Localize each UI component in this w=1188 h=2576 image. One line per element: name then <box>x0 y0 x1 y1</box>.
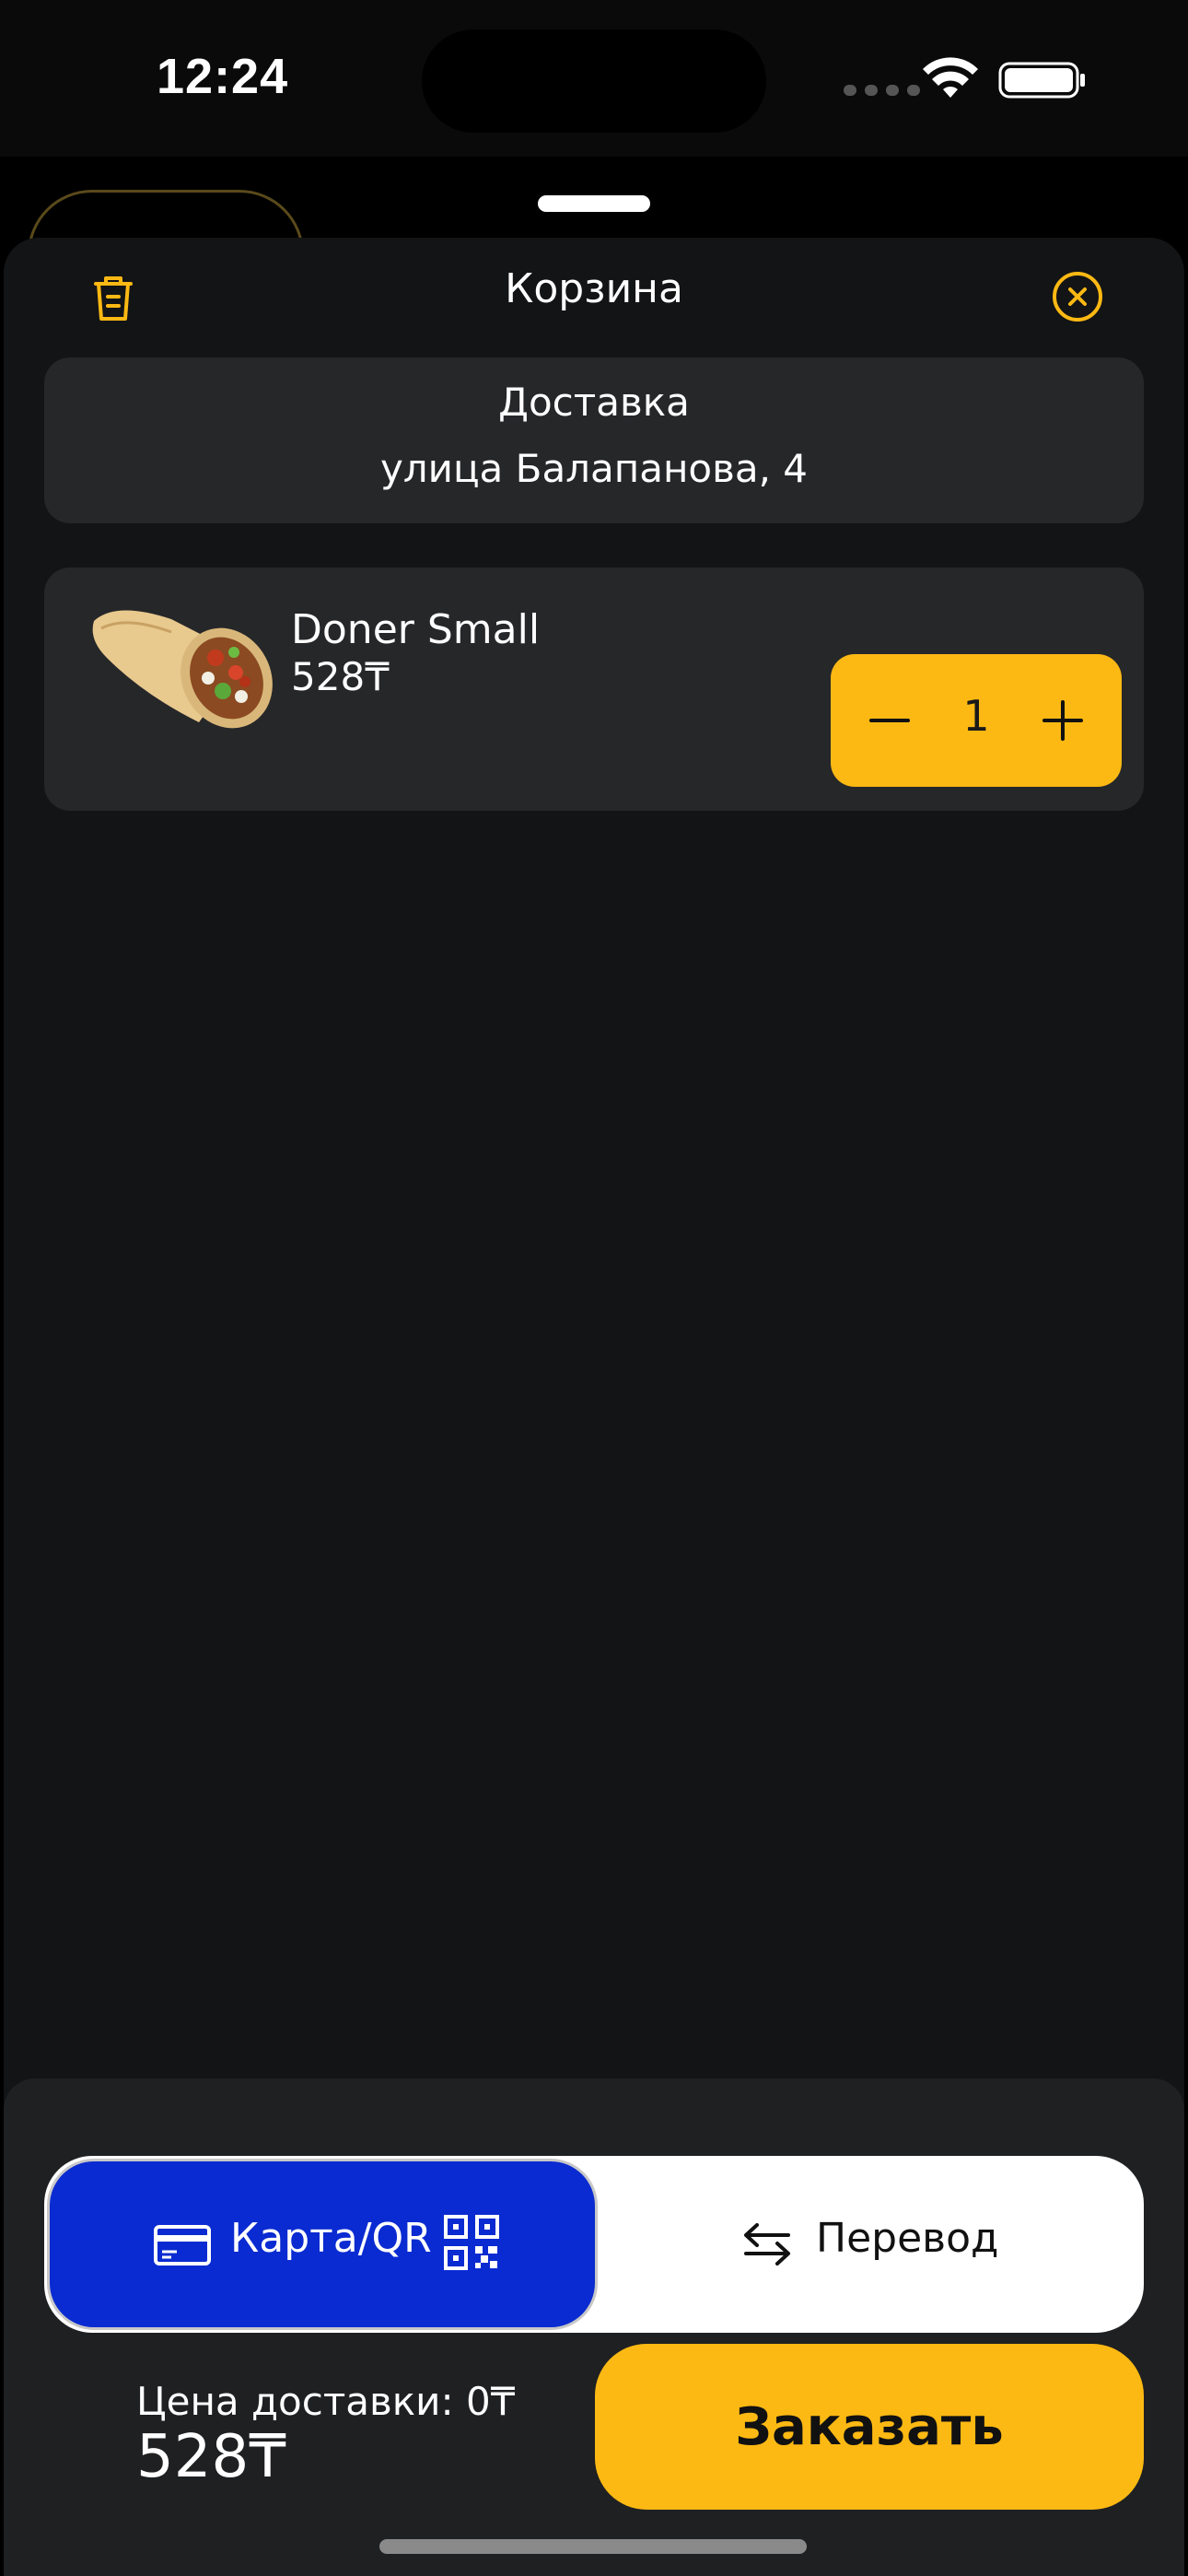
sheet-grab-handle[interactable] <box>538 195 650 212</box>
status-bar: 12:24 <box>0 0 1188 157</box>
status-time: 12:24 <box>157 49 289 104</box>
wifi-icon <box>923 57 978 98</box>
battery-icon <box>998 62 1085 99</box>
delivery-address-card[interactable]: Доставка улица Балапанова, 4 <box>44 357 1144 523</box>
close-circle-icon[interactable] <box>1048 267 1107 326</box>
checkout-panel: Карта/QR Перевод Цена доставки: 0₸ 528₸ … <box>4 2078 1184 2576</box>
payment-method-toggle: Карта/QR Перевод <box>44 2156 1144 2333</box>
qr-code-icon <box>444 2215 499 2270</box>
order-button[interactable]: Заказать <box>595 2344 1144 2510</box>
payment-option-transfer[interactable]: Перевод <box>595 2161 1138 2327</box>
item-name: Doner Small <box>291 606 541 653</box>
payment-option-label: Перевод <box>816 2215 999 2262</box>
plus-icon[interactable] <box>1033 691 1092 750</box>
cellular-signal-icon <box>844 85 920 96</box>
quantity-stepper: 1 <box>831 654 1122 787</box>
delivery-type: Доставка <box>498 380 690 425</box>
delivery-address: улица Балапанова, 4 <box>379 446 809 491</box>
item-price: 528₸ <box>291 654 390 699</box>
sheet-title: Корзина <box>505 265 683 312</box>
credit-card-icon <box>154 2225 211 2266</box>
swap-arrows-icon <box>744 2223 790 2266</box>
home-indicator[interactable] <box>379 2539 807 2554</box>
total-price: 528₸ <box>136 2423 286 2491</box>
payment-option-label: Карта/QR <box>230 2215 432 2262</box>
cart-item: Doner Small 528₸ 1 <box>44 568 1144 811</box>
delivery-fee: Цена доставки: 0₸ <box>136 2379 516 2424</box>
payment-option-card-qr[interactable]: Карта/QR <box>50 2161 595 2327</box>
order-button-label: Заказать <box>735 2396 1004 2457</box>
dynamic-island <box>422 29 766 133</box>
doner-wrap-image <box>92 610 273 729</box>
